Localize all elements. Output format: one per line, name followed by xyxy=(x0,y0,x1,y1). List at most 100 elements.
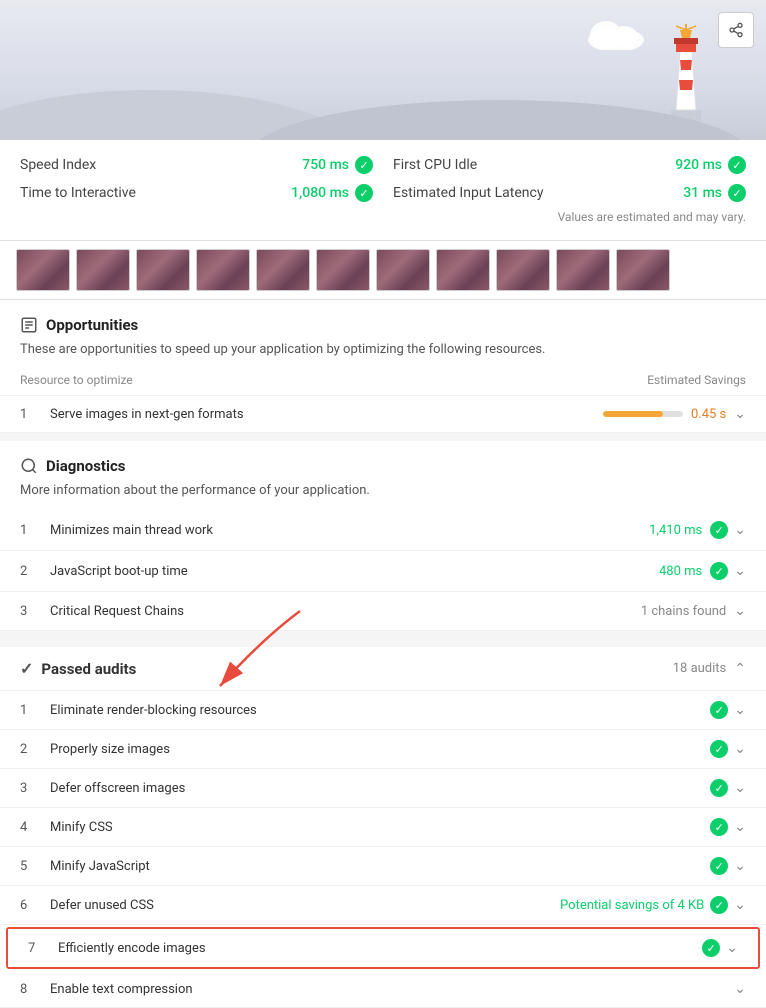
filmstrip-frame-2[interactable] xyxy=(76,249,130,291)
audit-number-1: 1 xyxy=(20,703,40,718)
opportunities-desc: These are opportunities to speed up your… xyxy=(0,342,766,369)
chevron-down-a6[interactable]: ⌄ xyxy=(734,897,746,913)
opportunity-label-1: Serve images in next-gen formats xyxy=(50,407,603,422)
filmstrip-frame-9[interactable] xyxy=(496,249,550,291)
filmstrip-frame-5[interactable] xyxy=(256,249,310,291)
audit-row-7[interactable]: 7 Efficiently encode images ✓ ⌄ xyxy=(8,929,758,967)
diag-row-1[interactable]: 1 Minimizes main thread work 1,410 ms ✓ … xyxy=(0,510,766,551)
hills-illustration xyxy=(0,90,766,140)
opportunities-title: Opportunities xyxy=(46,316,138,334)
speed-index-value: 750 ms xyxy=(302,157,349,173)
audit-label-7: Efficiently encode images xyxy=(58,941,702,956)
chevron-down-a7[interactable]: ⌄ xyxy=(726,940,738,956)
audit-right-1: ✓ ⌄ xyxy=(710,701,746,719)
time-to-interactive-value: 1,080 ms xyxy=(291,185,349,201)
chevron-down-a8[interactable]: ⌄ xyxy=(734,981,746,997)
diagnostics-icon xyxy=(20,457,38,475)
col-resource: Resource to optimize xyxy=(20,373,133,387)
filmstrip-section xyxy=(0,241,766,300)
chevron-down-icon-1[interactable]: ⌄ xyxy=(734,406,746,422)
audit-row-6[interactable]: 6 Defer unused CSS Potential savings of … xyxy=(0,886,766,925)
filmstrip-frame-7[interactable] xyxy=(376,249,430,291)
audit-row-7-highlighted-wrapper: 7 Efficiently encode images ✓ ⌄ xyxy=(6,927,760,969)
diag-value-1: 1,410 ms xyxy=(649,523,702,538)
passed-audits-title: Passed audits xyxy=(41,660,136,678)
diag-label-1: Minimizes main thread work xyxy=(50,523,649,538)
diag-row-2[interactable]: 2 JavaScript boot-up time 480 ms ✓ ⌄ xyxy=(0,551,766,592)
diagnostics-section: Diagnostics More information about the p… xyxy=(0,433,766,631)
audit-row-1[interactable]: 1 Eliminate render-blocking resources ✓ … xyxy=(0,691,766,730)
chevron-up-icon[interactable]: ⌃ xyxy=(734,661,746,677)
audit-row-8[interactable]: 8 Enable text compression ⌄ xyxy=(0,971,766,1008)
audit-row-4[interactable]: 4 Minify CSS ✓ ⌄ xyxy=(0,808,766,847)
audit-label-3: Defer offscreen images xyxy=(50,781,710,796)
audit-check-3: ✓ xyxy=(710,779,728,797)
estimated-note: Values are estimated and may vary. xyxy=(20,210,746,224)
potential-savings-text: Potential savings of 4 KB xyxy=(560,898,704,913)
diag-value-2: 480 ms xyxy=(659,564,702,579)
audit-number-6: 6 xyxy=(20,898,40,913)
audit-check-4: ✓ xyxy=(710,818,728,836)
passed-audits-right: 18 audits ⌃ xyxy=(673,661,746,677)
chevron-down-a4[interactable]: ⌄ xyxy=(734,819,746,835)
audit-label-6: Defer unused CSS xyxy=(50,898,560,913)
passed-audits-count: 18 audits xyxy=(673,661,727,676)
chevron-down-a3[interactable]: ⌄ xyxy=(734,780,746,796)
savings-bar-container: 0.45 s ⌄ xyxy=(603,406,746,422)
diag-label-3: Critical Request Chains xyxy=(50,604,641,619)
opportunities-section: Opportunities These are opportunities to… xyxy=(0,300,766,433)
audit-right-5: ✓ ⌄ xyxy=(710,857,746,875)
audit-label-8: Enable text compression xyxy=(50,982,734,997)
audit-check-2: ✓ xyxy=(710,740,728,758)
first-cpu-idle-value-group: 920 ms ✓ xyxy=(675,156,746,174)
chevron-down-icon-d2[interactable]: ⌄ xyxy=(734,563,746,579)
audit-check-6: ✓ xyxy=(710,896,728,914)
first-cpu-idle-label: First CPU Idle xyxy=(393,157,477,173)
opportunity-number-1: 1 xyxy=(20,407,40,422)
opportunity-row-1[interactable]: 1 Serve images in next-gen formats 0.45 … xyxy=(0,396,766,433)
audit-row-2[interactable]: 2 Properly size images ✓ ⌄ xyxy=(0,730,766,769)
audit-right-2: ✓ ⌄ xyxy=(710,740,746,758)
passed-audits-header[interactable]: ✓ Passed audits 18 audits ⌃ xyxy=(0,639,766,691)
diag-number-2: 2 xyxy=(20,564,40,579)
audit-right-6: Potential savings of 4 KB ✓ ⌄ xyxy=(560,896,746,914)
speed-index-value-group: 750 ms ✓ xyxy=(302,156,373,174)
audit-check-1: ✓ xyxy=(710,701,728,719)
chevron-down-a2[interactable]: ⌄ xyxy=(734,741,746,757)
filmstrip-frame-11[interactable] xyxy=(616,249,670,291)
chevron-down-icon-d3[interactable]: ⌄ xyxy=(734,603,746,619)
filmstrip-frame-3[interactable] xyxy=(136,249,190,291)
speed-index-row: Speed Index 750 ms ✓ xyxy=(20,156,373,174)
diag-check-1: ✓ xyxy=(710,521,728,539)
audit-row-5[interactable]: 5 Minify JavaScript ✓ ⌄ xyxy=(0,847,766,886)
diag-number-1: 1 xyxy=(20,523,40,538)
col-savings: Estimated Savings xyxy=(647,373,746,387)
diag-value-3: 1 chains found xyxy=(641,604,726,619)
speed-index-check: ✓ xyxy=(355,156,373,174)
audit-check-5: ✓ xyxy=(710,857,728,875)
filmstrip-frame-1[interactable] xyxy=(16,249,70,291)
opportunities-icon xyxy=(20,316,38,334)
audit-label-2: Properly size images xyxy=(50,742,710,757)
header-area xyxy=(0,0,766,140)
passed-audits-section: ✓ Passed audits 18 audits ⌃ 1 Eliminate … xyxy=(0,631,766,1008)
chevron-down-a1[interactable]: ⌄ xyxy=(734,702,746,718)
diagnostics-header: Diagnostics xyxy=(0,441,766,483)
tti-check: ✓ xyxy=(355,184,373,202)
estimated-input-latency-row: Estimated Input Latency 31 ms ✓ xyxy=(393,184,746,202)
audit-number-5: 5 xyxy=(20,859,40,874)
filmstrip-frame-8[interactable] xyxy=(436,249,490,291)
chevron-down-a5[interactable]: ⌄ xyxy=(734,858,746,874)
estimated-input-latency-label: Estimated Input Latency xyxy=(393,185,543,201)
diag-label-2: JavaScript boot-up time xyxy=(50,564,659,579)
diag-row-3[interactable]: 3 Critical Request Chains 1 chains found… xyxy=(0,592,766,631)
audit-label-1: Eliminate render-blocking resources xyxy=(50,703,710,718)
chevron-down-icon-d1[interactable]: ⌄ xyxy=(734,522,746,538)
audit-row-3[interactable]: 3 Defer offscreen images ✓ ⌄ xyxy=(0,769,766,808)
filmstrip-frame-4[interactable] xyxy=(196,249,250,291)
filmstrip-frame-6[interactable] xyxy=(316,249,370,291)
diagnostics-title: Diagnostics xyxy=(46,457,125,475)
time-to-interactive-row: Time to Interactive 1,080 ms ✓ xyxy=(20,184,373,202)
filmstrip-frame-10[interactable] xyxy=(556,249,610,291)
opportunities-table-header: Resource to optimize Estimated Savings xyxy=(0,369,766,396)
